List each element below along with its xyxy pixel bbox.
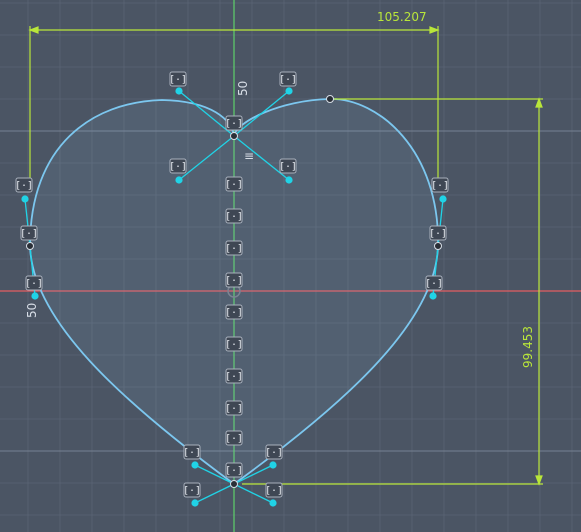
sketch-viewport[interactable]: 105.207 99.453 50 50 [·] [·] [·] [·] [·] [·] [… <box>0 0 581 532</box>
svg-text:[·]: [·] <box>265 486 283 497</box>
width-dimension-label[interactable]: 105.207 <box>377 10 427 24</box>
svg-text:[·]: [·] <box>225 340 243 351</box>
symmetry-marker-icon[interactable]: ≡ <box>244 149 254 163</box>
tangent-handle-point[interactable] <box>269 461 277 469</box>
heart-shape-fill <box>30 98 439 484</box>
svg-text:[·]: [·] <box>20 229 38 240</box>
constraint-icon[interactable]: [·] <box>225 336 243 352</box>
constraint-icon[interactable]: [·] <box>225 272 243 288</box>
constraint-icon[interactable]: [·] <box>20 225 38 241</box>
tangent-handle-point[interactable] <box>429 292 437 300</box>
svg-text:[·]: [·] <box>225 372 243 383</box>
tangent-handle-point[interactable] <box>439 195 447 203</box>
constraint-icon[interactable]: [·] <box>425 275 443 291</box>
constraint-icon[interactable]: [·] <box>225 304 243 320</box>
constraint-icon[interactable]: [·] <box>225 400 243 416</box>
tangent-handle-point[interactable] <box>285 87 293 95</box>
svg-text:[·]: [·] <box>279 75 297 86</box>
constraint-icon[interactable]: [·] <box>25 275 43 291</box>
svg-text:[·]: [·] <box>225 180 243 191</box>
svg-text:[·]: [·] <box>183 486 201 497</box>
constraint-icon[interactable]: [·] <box>265 482 283 498</box>
constraint-icon[interactable]: [·] <box>431 177 449 193</box>
constraint-icon[interactable]: [·] <box>183 444 201 460</box>
svg-text:[·]: [·] <box>169 75 187 86</box>
constraint-icon[interactable]: [·] <box>225 240 243 256</box>
tangent-handle-point[interactable] <box>269 499 277 507</box>
sketch-canvas[interactable]: 105.207 99.453 50 50 [·] [·] [·] [·] [·] [·] [… <box>0 0 581 532</box>
tangent-handle-point[interactable] <box>31 292 39 300</box>
tangent-handle-point[interactable] <box>175 87 183 95</box>
svg-text:[·]: [·] <box>15 181 33 192</box>
constraint-icon[interactable]: [·] <box>265 444 283 460</box>
svg-text:[·]: [·] <box>425 279 443 290</box>
svg-text:[·]: [·] <box>265 448 283 459</box>
constraint-icon[interactable]: [·] <box>169 71 187 87</box>
constraint-icon[interactable]: [·] <box>225 115 243 131</box>
svg-text:[·]: [·] <box>225 276 243 287</box>
svg-text:[·]: [·] <box>225 308 243 319</box>
svg-text:[·]: [·] <box>225 212 243 223</box>
constraint-icon[interactable]: [·] <box>15 177 33 193</box>
svg-text:[·]: [·] <box>429 229 447 240</box>
svg-text:[·]: [·] <box>225 466 243 477</box>
tangent-handle-point[interactable] <box>191 499 199 507</box>
center-dimension-left-label[interactable]: 50 <box>25 303 39 318</box>
tangent-handle-point[interactable] <box>191 461 199 469</box>
svg-text:[·]: [·] <box>169 162 187 173</box>
constraint-icon[interactable]: [·] <box>429 225 447 241</box>
constraint-icon[interactable]: [·] <box>183 482 201 498</box>
node-left[interactable] <box>26 242 34 250</box>
svg-text:[·]: [·] <box>183 448 201 459</box>
node-right[interactable] <box>434 242 442 250</box>
svg-text:[·]: [·] <box>225 434 243 445</box>
node-top-right[interactable] <box>326 95 334 103</box>
constraint-icon[interactable]: [·] <box>225 368 243 384</box>
constraint-icon[interactable]: [·] <box>225 430 243 446</box>
constraint-icon[interactable]: [·] <box>225 176 243 192</box>
node-bottom[interactable] <box>230 480 238 488</box>
svg-text:[·]: [·] <box>25 279 43 290</box>
constraint-icon[interactable]: [·] <box>279 158 297 174</box>
svg-text:[·]: [·] <box>431 181 449 192</box>
svg-text:[·]: [·] <box>225 119 243 130</box>
constraint-icon[interactable]: [·] <box>225 208 243 224</box>
svg-text:[·]: [·] <box>225 404 243 415</box>
svg-text:[·]: [·] <box>279 162 297 173</box>
tangent-handle-point[interactable] <box>285 176 293 184</box>
node-top-center[interactable] <box>230 132 238 140</box>
height-dimension-label[interactable]: 99.453 <box>521 326 535 368</box>
svg-text:[·]: [·] <box>225 244 243 255</box>
center-dimension-top-label[interactable]: 50 <box>236 81 250 96</box>
constraint-icon[interactable]: [·] <box>279 71 297 87</box>
tangent-handle-point[interactable] <box>175 176 183 184</box>
constraint-icon[interactable]: [·] <box>225 462 243 478</box>
constraint-icon[interactable]: [·] <box>169 158 187 174</box>
tangent-handle-point[interactable] <box>21 195 29 203</box>
